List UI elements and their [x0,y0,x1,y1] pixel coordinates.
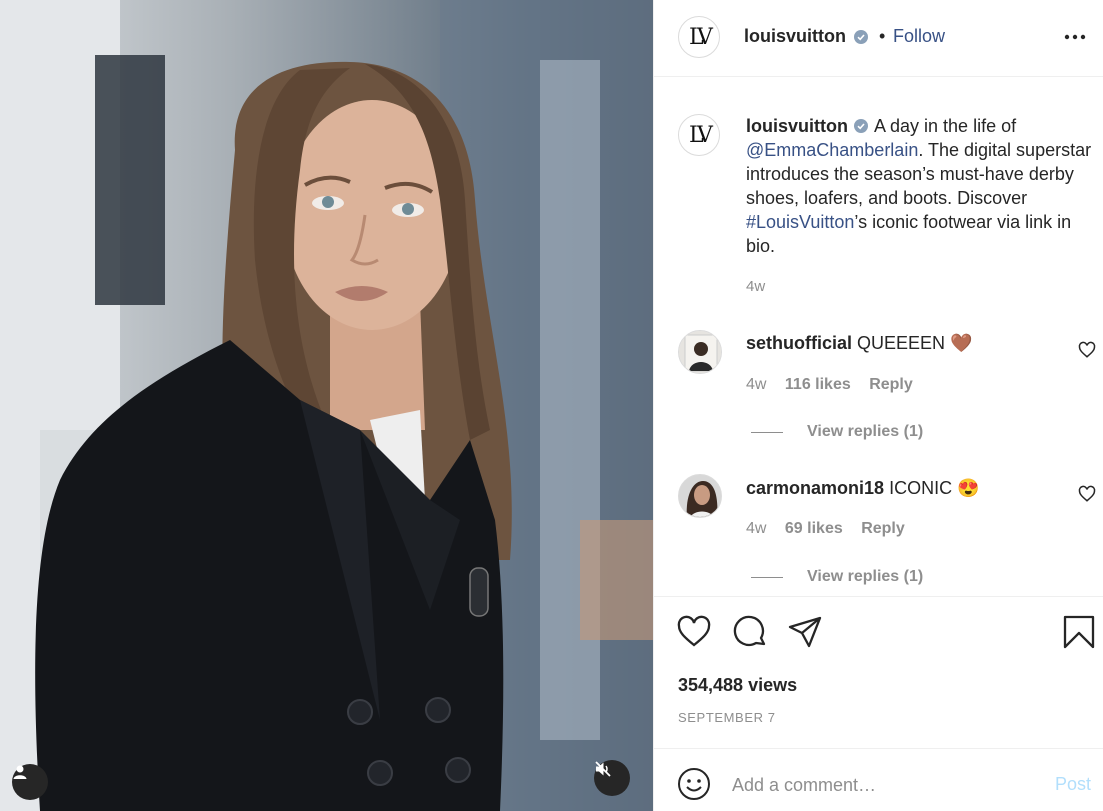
video-frame [0,0,653,811]
speaker-muted-icon [595,761,611,777]
like-heart-icon[interactable] [676,614,712,650]
louisvuitton-avatar[interactable]: LV [678,16,720,58]
comment-body: ICONIC [889,478,953,498]
commenter-avatar[interactable] [678,474,722,518]
hashtag-link[interactable]: #LouisVuitton [746,212,854,232]
post-comment-button[interactable]: Post [1055,774,1091,795]
comment-likes[interactable]: 69 likes [785,520,843,537]
post-date[interactable]: SEPTEMBER 7 [678,710,776,725]
header-username[interactable]: louisvuitton [744,26,846,47]
mention-link[interactable]: @EmmaChamberlain [746,140,918,160]
share-paper-plane-icon[interactable] [787,614,823,650]
comment-bubble-icon[interactable] [732,614,768,650]
comment-box-divider [654,748,1103,749]
comment-emoji: 🤎 [950,333,973,353]
replies-line [751,432,783,433]
reply-button[interactable]: Reply [869,376,913,393]
header-divider [654,76,1103,77]
lv-logo-text: LV [689,122,713,148]
comment-body: QUEEEEN [857,333,946,353]
view-replies-button[interactable]: View replies (1) [807,423,923,441]
separator-dot: • [879,26,886,46]
comment-likes[interactable]: 116 likes [785,376,851,393]
caption-time[interactable]: 4w [746,278,765,295]
commenter-photo [679,475,721,517]
actions-divider [654,596,1103,597]
comment-username[interactable]: sethuofficial [746,333,852,353]
commenter-avatar[interactable] [678,330,722,374]
view-replies-button[interactable]: View replies (1) [807,568,923,586]
verified-badge-icon [854,30,868,44]
person-icon [13,765,27,779]
comment-time[interactable]: 4w [746,376,766,393]
caption-avatar[interactable]: LV [678,114,720,156]
comment-meta: 4w 69 likes Reply [746,520,919,538]
replies-line [751,577,783,578]
tagged-user-button[interactable] [12,764,48,800]
comment-emoji: 😍 [957,478,980,498]
comment-time[interactable]: 4w [746,520,766,537]
commenter-photo [679,331,721,373]
more-options-icon[interactable] [1060,22,1090,52]
comment-meta: 4w 116 likes Reply [746,376,927,394]
comment-text: sethuofficial QUEEEEN 🤎 [746,333,973,354]
post-side-panel: LV louisvuitton • Follow LV louisvuitton… [653,0,1103,811]
emoji-icon[interactable] [676,766,712,802]
like-comment-heart-icon[interactable] [1078,485,1096,503]
caption-username[interactable]: louisvuitton [746,116,848,136]
caption-body-1: A day in the life of [874,116,1017,136]
save-bookmark-icon[interactable] [1061,614,1097,650]
lv-logo-text: LV [689,24,713,50]
caption-text: louisvuitton A day in the life of @EmmaCh… [746,114,1096,258]
follow-button[interactable]: Follow [893,26,945,47]
post-video[interactable] [0,0,653,811]
add-comment-input[interactable] [732,772,1032,798]
comment-username[interactable]: carmonamoni18 [746,478,884,498]
reply-button[interactable]: Reply [861,520,905,537]
like-comment-heart-icon[interactable] [1078,341,1096,359]
mute-button[interactable] [594,760,630,796]
comment-text: carmonamoni18 ICONIC 😍 [746,478,980,499]
verified-badge-icon [854,119,868,133]
view-count[interactable]: 354,488 views [678,675,797,696]
